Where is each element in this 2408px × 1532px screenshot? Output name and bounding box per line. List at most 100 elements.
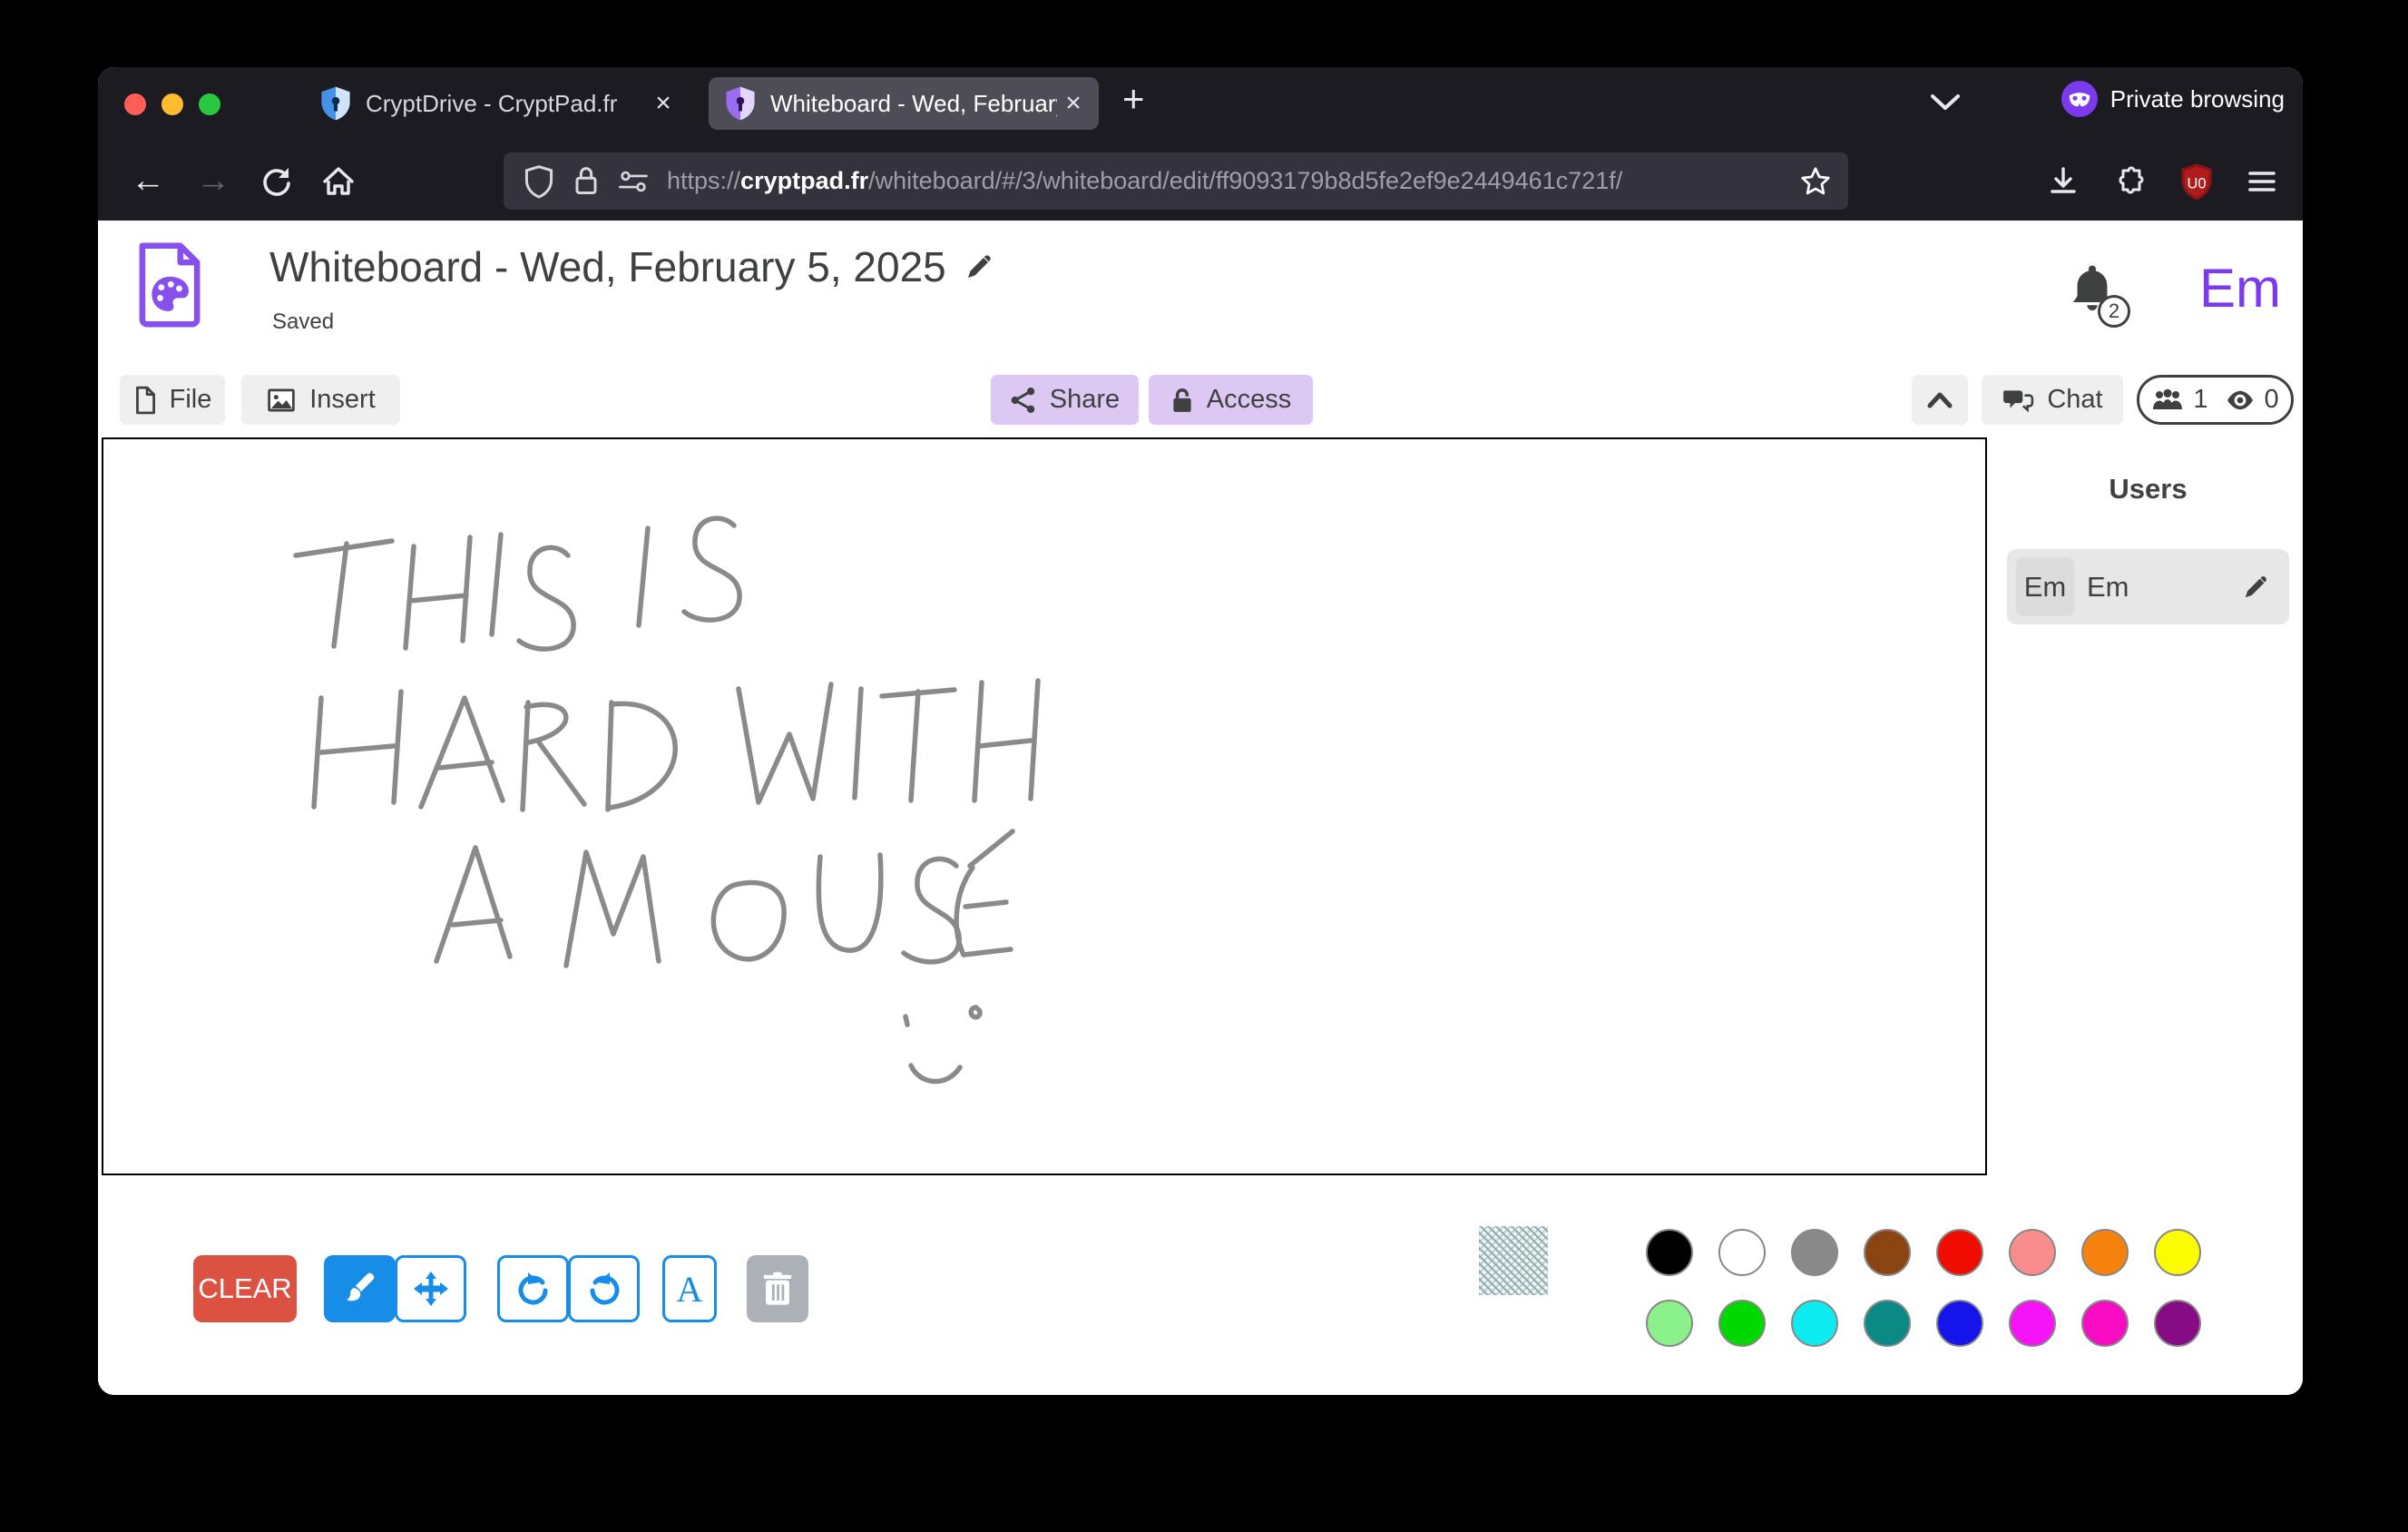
downloads-icon[interactable] (2045, 163, 2081, 200)
save-status: Saved (272, 309, 334, 335)
private-mask-icon (2061, 81, 2098, 117)
user-count-indicator[interactable]: 1 0 (2137, 375, 2294, 425)
clear-button[interactable]: CLEAR (193, 1255, 297, 1322)
home-button[interactable] (320, 163, 357, 200)
app-toolbar: File Insert Share Access Chat 1 0 (98, 375, 2303, 429)
document-title[interactable]: Whiteboard - Wed, February 5, 2025 (269, 242, 946, 291)
text-tool-button[interactable]: A (662, 1255, 717, 1322)
color-swatch[interactable] (2154, 1300, 2201, 1347)
collapse-toolbar-button[interactable] (1912, 375, 1968, 425)
viewers-count: 0 (2265, 385, 2279, 415)
cryptpad-header: Whiteboard - Wed, February 5, 2025 Saved… (98, 221, 2303, 375)
cryptpad-shield-icon (320, 85, 351, 122)
menu-hamburger-icon[interactable] (2245, 166, 2279, 197)
account-menu[interactable]: Em (2199, 257, 2281, 319)
close-tab-icon[interactable]: × (1057, 88, 1090, 119)
color-swatch[interactable] (2081, 1229, 2129, 1276)
tab-whiteboard[interactable]: Whiteboard - Wed, February 5, 2025 × (709, 77, 1099, 130)
eye-icon (2225, 388, 2256, 412)
forward-button[interactable]: → (193, 162, 233, 201)
color-swatch[interactable] (1791, 1300, 1838, 1347)
drawing-toolbar: CLEAR A Width: 3px Opacity: 100% (98, 1175, 2303, 1395)
tab-cryptdrive[interactable]: CryptDrive - CryptPad.fr × (304, 77, 689, 130)
user-list-item: Em Em (2007, 549, 2289, 624)
whiteboard-drawing (103, 439, 1985, 1174)
color-swatch[interactable] (1936, 1300, 1983, 1347)
minimize-window-button[interactable] (162, 93, 183, 115)
color-palette-row-2 (1646, 1300, 2201, 1347)
color-swatch[interactable] (2009, 1229, 2056, 1276)
lock-icon[interactable] (573, 164, 600, 199)
navigation-toolbar: ← → https://cryptpad.fr/whiteboard/#/3/w… (98, 136, 2303, 221)
window-controls (124, 93, 220, 115)
redo-icon (586, 1271, 622, 1307)
color-swatch[interactable] (1864, 1229, 1911, 1276)
cryptpad-shield-icon (725, 85, 756, 122)
user-name: Em (2087, 571, 2129, 604)
access-button[interactable]: Access (1149, 375, 1313, 425)
extensions-puzzle-icon[interactable] (2112, 163, 2149, 200)
back-button[interactable]: ← (128, 162, 168, 201)
url-bar[interactable]: https://cryptpad.fr/whiteboard/#/3/white… (504, 152, 1848, 210)
color-swatch[interactable] (1718, 1229, 1766, 1276)
color-swatch[interactable] (2081, 1300, 2129, 1347)
image-icon (266, 387, 297, 414)
brush-tool-button[interactable] (324, 1255, 396, 1322)
browser-window: CryptDrive - CryptPad.fr × Whiteboard - … (98, 67, 2303, 1395)
close-tab-icon[interactable]: × (647, 88, 680, 119)
undo-button[interactable] (497, 1255, 569, 1322)
color-swatch[interactable] (1646, 1300, 1693, 1347)
notification-count-badge: 2 (2098, 295, 2130, 328)
chevron-up-icon (1926, 390, 1953, 410)
edit-name-pencil-icon[interactable] (2242, 574, 2269, 601)
user-avatar: Em (2016, 557, 2074, 616)
tab-bar: CryptDrive - CryptPad.fr × Whiteboard - … (98, 67, 2303, 136)
color-palette-row-1 (1646, 1229, 2201, 1276)
insert-menu-button[interactable]: Insert (241, 375, 400, 425)
color-swatch[interactable] (2154, 1229, 2201, 1276)
color-swatch[interactable] (1646, 1229, 1693, 1276)
move-tool-button[interactable] (395, 1255, 466, 1322)
private-browsing-label: Private browsing (2110, 85, 2285, 113)
color-swatch[interactable] (1936, 1229, 1983, 1276)
url-text[interactable]: https://cryptpad.fr/whiteboard/#/3/white… (667, 167, 1785, 195)
permissions-icon[interactable] (618, 168, 649, 195)
color-swatch[interactable] (1718, 1300, 1766, 1347)
rename-pencil-icon[interactable] (964, 252, 994, 281)
trash-icon (761, 1271, 794, 1307)
private-browsing-badge: Private browsing (2061, 81, 2285, 117)
color-swatch[interactable] (1864, 1300, 1911, 1347)
color-swatch[interactable] (1791, 1229, 1838, 1276)
users-group-icon (2151, 388, 2184, 413)
lock-icon (1170, 387, 1194, 414)
editors-count: 1 (2193, 385, 2207, 415)
undo-icon (515, 1271, 552, 1307)
bookmark-star-icon[interactable] (1799, 165, 1832, 198)
delete-tool-button[interactable] (747, 1255, 808, 1322)
users-panel-title: Users (2007, 473, 2289, 506)
color-swatch[interactable] (2009, 1300, 2056, 1347)
zoom-window-button[interactable] (199, 93, 220, 115)
brush-preview-swatch (1479, 1226, 1548, 1295)
tab-title: CryptDrive - CryptPad.fr (366, 90, 617, 118)
whiteboard-document-icon (135, 241, 204, 329)
brush-icon (341, 1270, 379, 1308)
url-domain: cryptpad.fr (740, 167, 868, 194)
reload-button[interactable] (259, 163, 295, 200)
whiteboard-canvas[interactable]: THIS IS HARD WITH A MOUSE (102, 437, 1987, 1175)
redo-button[interactable] (568, 1255, 640, 1322)
chat-bubbles-icon (2002, 387, 2034, 414)
tracking-shield-icon[interactable] (524, 164, 554, 199)
move-arrows-icon (413, 1271, 449, 1307)
new-tab-button[interactable]: + (1122, 77, 1145, 121)
list-all-tabs-chevron-icon[interactable] (1927, 90, 1963, 113)
ublock-origin-icon[interactable]: U0 (2179, 162, 2214, 201)
file-menu-button[interactable]: File (120, 375, 225, 425)
close-window-button[interactable] (124, 93, 146, 115)
tab-title: Whiteboard - Wed, February 5, 2025 (770, 90, 1057, 118)
nav-right-icons: U0 (2045, 162, 2279, 201)
chat-button[interactable]: Chat (1982, 375, 2123, 425)
notifications-bell[interactable]: 2 (2067, 262, 2132, 333)
share-button[interactable]: Share (991, 375, 1139, 425)
file-icon (133, 386, 157, 415)
